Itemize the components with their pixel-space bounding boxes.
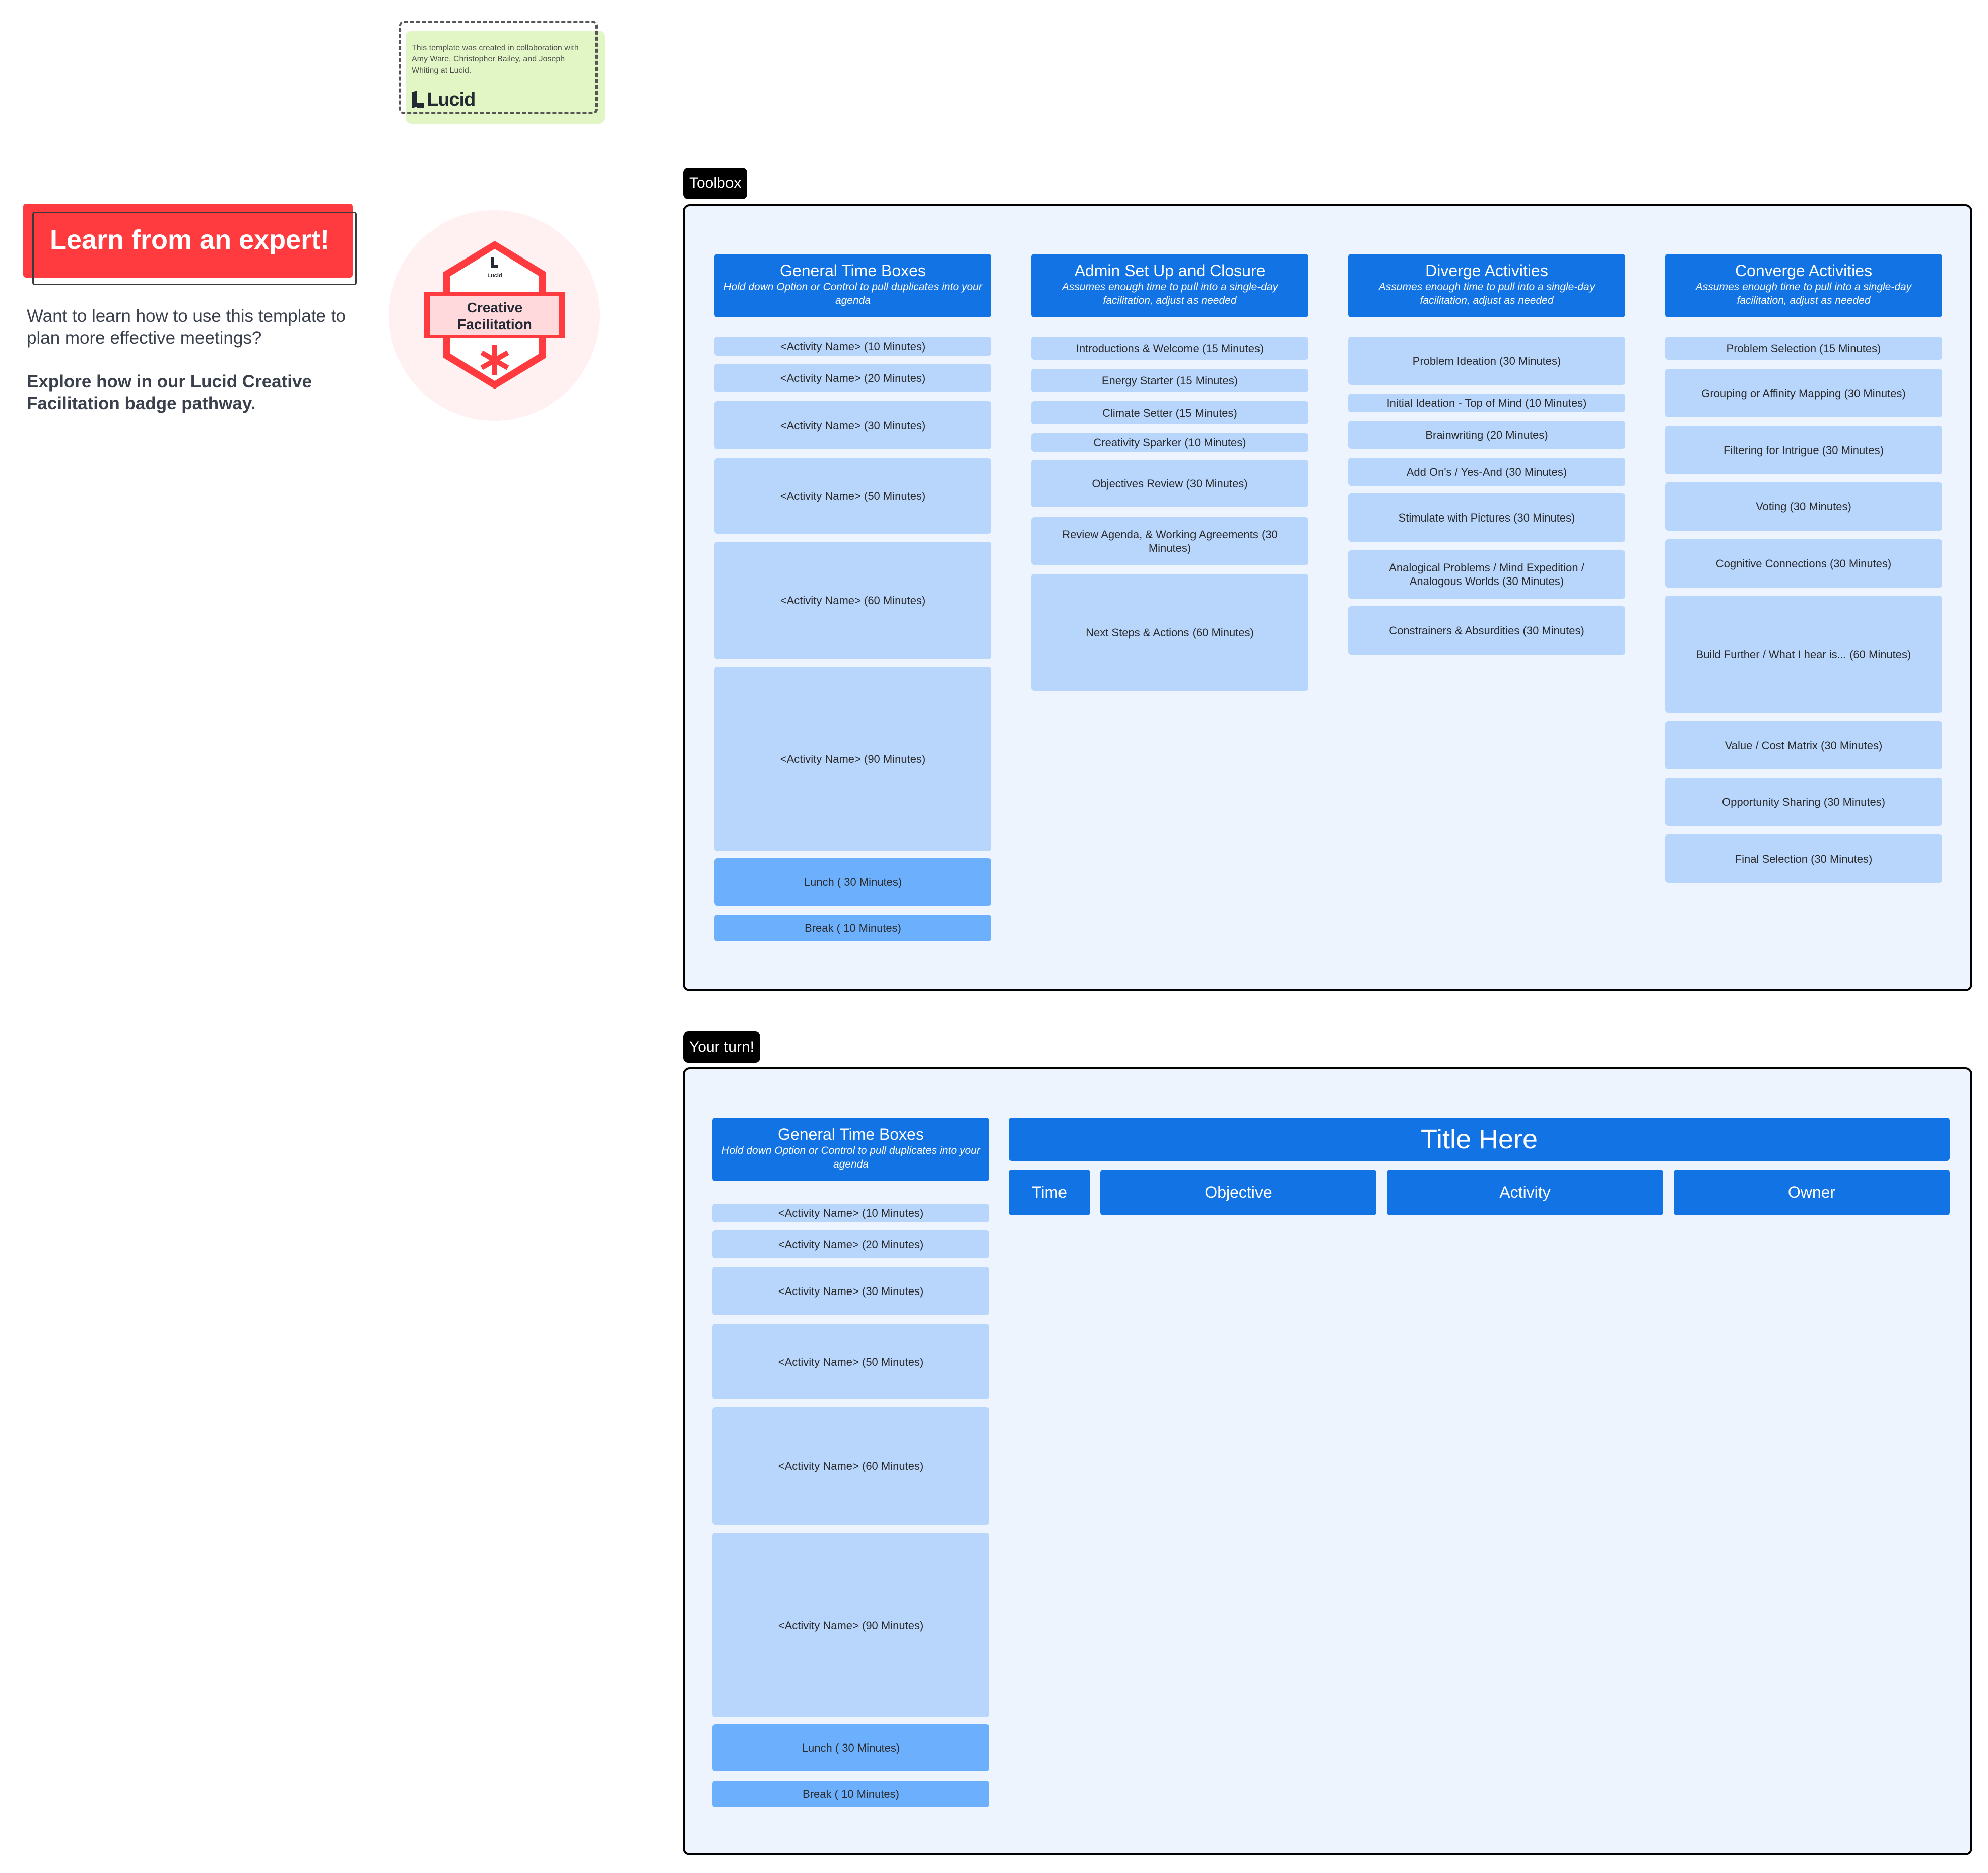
toolbox-tag: Toolbox — [683, 168, 748, 199]
time-box-item[interactable]: <Activity Name> (20 Minutes) — [712, 1230, 989, 1258]
time-box-item[interactable]: Add On's / Yes-And (30 Minutes) — [1348, 458, 1625, 486]
column-subtitle: Assumes enough time to pull into a singl… — [1378, 281, 1595, 306]
time-box-item[interactable]: Climate Setter (15 Minutes) — [1031, 401, 1308, 424]
time-box-item[interactable]: <Activity Name> (50 Minutes) — [714, 458, 991, 534]
time-box-item[interactable]: <Activity Name> (60 Minutes) — [712, 1407, 989, 1525]
time-box-item[interactable]: Introductions & Welcome (15 Minutes) — [1031, 337, 1308, 360]
time-box-item[interactable]: Filtering for Intrigue (30 Minutes) — [1665, 426, 1942, 474]
column-subtitle: Hold down Option or Control to pull dupl… — [721, 1145, 980, 1170]
credit-dashed-frame — [399, 21, 598, 114]
time-box-item[interactable]: Lunch ( 30 Minutes) — [712, 1724, 989, 1771]
badge-inner-shape — [450, 249, 539, 292]
lucid-badge-icon — [491, 257, 494, 268]
column-general-time-boxes: General Time Boxes Hold down Option or Co… — [714, 254, 991, 317]
time-box-item[interactable]: <Activity Name> (20 Minutes) — [714, 364, 991, 392]
time-box-item[interactable]: Problem Ideation (30 Minutes) — [1348, 337, 1625, 385]
time-box-item[interactable]: Energy Starter (15 Minutes) — [1031, 369, 1308, 392]
badge-brand: Lucid — [487, 273, 502, 279]
column-title: Converge Activities — [1735, 262, 1873, 280]
time-box-item[interactable]: <Activity Name> (30 Minutes) — [714, 401, 991, 449]
column-title: Admin Set Up and Closure — [1074, 262, 1266, 280]
time-box-item[interactable]: <Activity Name> (30 Minutes) — [712, 1267, 989, 1315]
time-box-item[interactable]: Problem Selection (15 Minutes) — [1665, 337, 1942, 360]
badge-line-2: Facilitation — [457, 316, 532, 332]
badge-line-1: Creative — [467, 300, 523, 315]
column-title: General Time Boxes — [778, 1125, 924, 1143]
time-box-item[interactable]: <Activity Name> (90 Minutes) — [714, 667, 991, 851]
promo-question: Want to learn how to use this template t… — [27, 306, 346, 348]
time-box-item[interactable]: Value / Cost Matrix (30 Minutes) — [1665, 721, 1942, 769]
promo-cta[interactable]: Explore how in our Lucid Creative Facili… — [27, 371, 369, 414]
time-box-item[interactable]: <Activity Name> (50 Minutes) — [712, 1324, 989, 1399]
time-box-item[interactable]: Creativity Sparker (10 Minutes) — [1031, 433, 1308, 452]
time-box-item[interactable]: <Activity Name> (90 Minutes) — [712, 1533, 989, 1717]
time-box-item[interactable]: Objectives Review (30 Minutes) — [1031, 460, 1308, 507]
agenda-column-owner[interactable]: Owner — [1674, 1170, 1950, 1215]
time-box-item[interactable]: Initial Ideation - Top of Mind (10 Minut… — [1348, 394, 1625, 412]
column-general-time-boxes: General Time Boxes Hold down Option or Co… — [712, 1118, 989, 1181]
learn-from-expert-button[interactable]: Learn from an expert! — [32, 212, 357, 285]
time-box-item[interactable]: Brainwriting (20 Minutes) — [1348, 421, 1625, 449]
column-subtitle: Assumes enough time to pull into a singl… — [1695, 281, 1912, 306]
time-box-item[interactable]: Break ( 10 Minutes) — [714, 915, 991, 941]
column-header: General Time Boxes Hold down Option or Co… — [712, 1118, 989, 1181]
time-box-item[interactable]: Stimulate with Pictures (30 Minutes) — [1348, 493, 1625, 542]
learn-button-label: Learn from an expert! — [50, 225, 330, 255]
time-box-item[interactable]: Build Further / What I hear is... (60 Mi… — [1665, 596, 1942, 713]
column-subtitle: Hold down Option or Control to pull dupl… — [723, 281, 982, 306]
time-box-item[interactable]: Lunch ( 30 Minutes) — [714, 858, 991, 906]
column-diverge-activities: Diverge Activities Assumes enough time to… — [1348, 254, 1625, 317]
agenda-column-objective[interactable]: Objective — [1100, 1170, 1376, 1215]
time-box-item[interactable]: <Activity Name> (10 Minutes) — [712, 1204, 989, 1222]
time-box-item[interactable]: Cognitive Connections (30 Minutes) — [1665, 539, 1942, 588]
agenda-column-activity[interactable]: Activity — [1387, 1170, 1663, 1215]
creative-facilitation-badge[interactable]: Lucid Creative Facilitation — [414, 237, 575, 393]
time-box-item[interactable]: <Activity Name> (60 Minutes) — [714, 542, 991, 659]
column-header: Diverge Activities Assumes enough time to… — [1348, 254, 1625, 317]
time-box-item[interactable]: Analogical Problems / Mind Expedition / … — [1348, 550, 1625, 599]
column-header: Converge Activities Assumes enough time t… — [1665, 254, 1942, 317]
time-box-item[interactable]: Final Selection (30 Minutes) — [1665, 834, 1942, 883]
column-title: Diverge Activities — [1425, 262, 1548, 280]
time-box-item[interactable]: Constrainers & Absurdities (30 Minutes) — [1348, 606, 1625, 655]
time-box-item[interactable]: Review Agenda, & Working Agreements (30 … — [1031, 517, 1308, 565]
column-header: Admin Set Up and Closure Assumes enough t… — [1031, 254, 1308, 317]
column-admin-set-up-and-closure: Admin Set Up and Closure Assumes enough t… — [1031, 254, 1308, 317]
time-box-item[interactable]: Next Steps & Actions (60 Minutes) — [1031, 574, 1308, 691]
time-box-item[interactable]: Break ( 10 Minutes) — [712, 1781, 989, 1807]
your-turn-tag: Your turn! — [683, 1031, 760, 1063]
agenda-title[interactable]: Title Here — [1009, 1118, 1950, 1161]
column-title: General Time Boxes — [780, 262, 926, 280]
time-box-item[interactable]: Voting (30 Minutes) — [1665, 482, 1942, 531]
time-box-item[interactable]: Grouping or Affinity Mapping (30 Minutes… — [1665, 369, 1942, 417]
column-converge-activities: Converge Activities Assumes enough time t… — [1665, 254, 1942, 317]
column-subtitle: Assumes enough time to pull into a singl… — [1062, 281, 1278, 306]
time-box-item[interactable]: Opportunity Sharing (30 Minutes) — [1665, 778, 1942, 826]
agenda-column-time[interactable]: Time — [1009, 1170, 1090, 1215]
column-header: General Time Boxes Hold down Option or Co… — [714, 254, 991, 317]
time-box-item[interactable]: <Activity Name> (10 Minutes) — [714, 337, 991, 356]
